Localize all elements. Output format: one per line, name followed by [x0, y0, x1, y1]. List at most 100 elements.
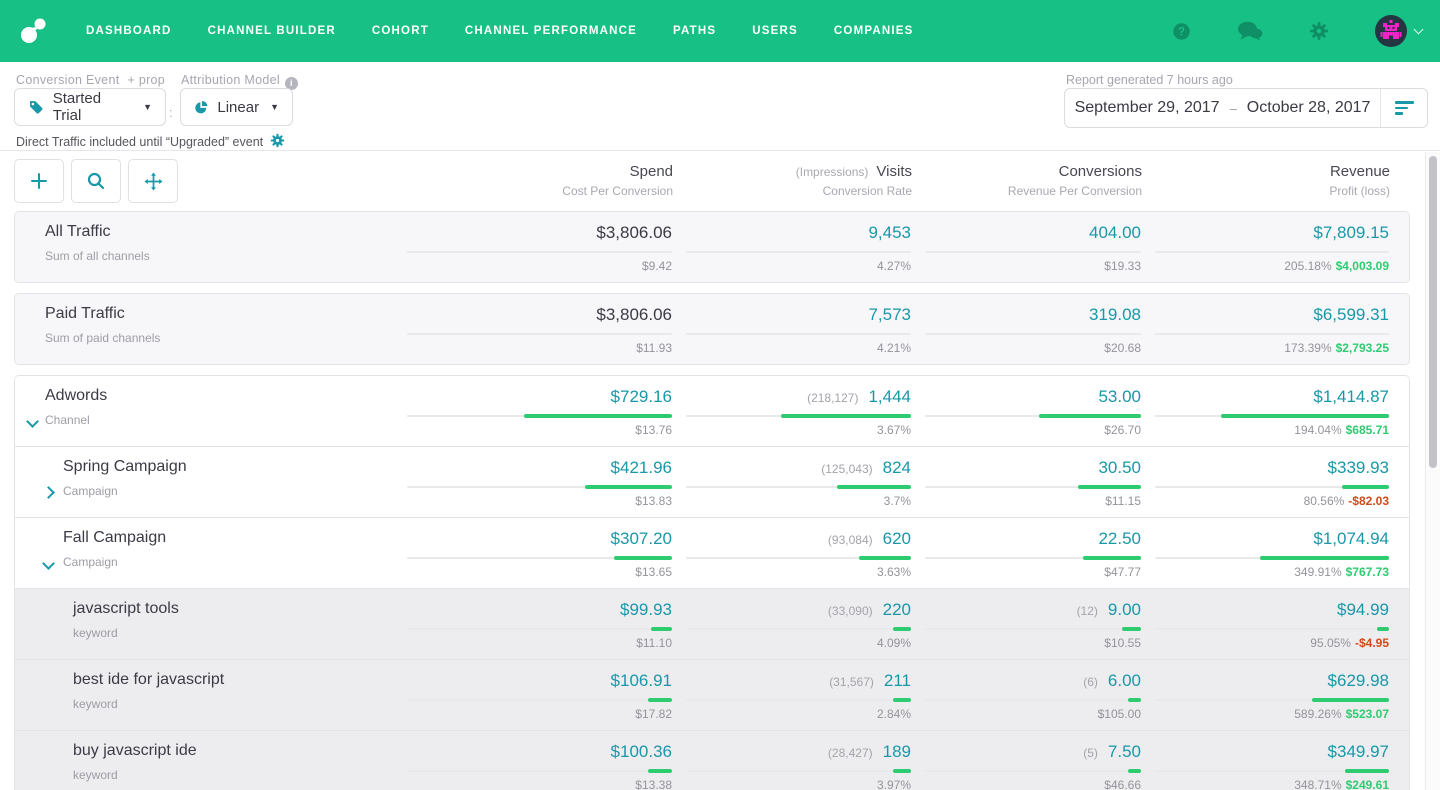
chevron-down-icon[interactable]: [1415, 29, 1422, 33]
metric-divider: [1155, 699, 1389, 701]
metric-prefix: (6): [1083, 675, 1098, 689]
caret-down-icon: ▼: [270, 102, 279, 112]
chevron-right-icon[interactable]: [44, 488, 53, 497]
metric-prefix: (12): [1077, 604, 1098, 618]
metric-cell-spend: $100.36 $13.38: [407, 742, 672, 790]
metric-divider: [925, 333, 1141, 335]
row-title: best ide for javascript: [73, 671, 393, 689]
share-bar: [1221, 414, 1389, 418]
account-menu[interactable]: [1375, 15, 1422, 47]
row-subtitle: Sum of paid channels: [45, 331, 393, 345]
metric-divider: [407, 333, 672, 335]
conversion-event-dropdown[interactable]: Started Trial ▼: [14, 88, 166, 126]
metric-divider: [925, 415, 1141, 417]
metric-prefix: (5): [1083, 746, 1098, 760]
table-row[interactable]: Fall Campaign Campaign $307.20 $13.65 (9…: [15, 517, 1409, 588]
table-row[interactable]: best ide for javascript keyword $106.91 …: [15, 659, 1409, 730]
row-title: Fall Campaign: [63, 529, 393, 547]
nav-item-channel-builder[interactable]: CHANNEL BUILDER: [208, 25, 336, 37]
metric-divider: [1155, 333, 1389, 335]
move-icon: [144, 172, 163, 191]
metric-cell-spend: $99.93 $11.10: [407, 600, 672, 650]
share-bar: [648, 769, 672, 773]
metric-value: $94.99: [1337, 600, 1389, 620]
help-icon[interactable]: ?: [1172, 22, 1191, 41]
metric-prefix: (33,090): [828, 604, 873, 618]
table-row[interactable]: buy javascript ide keyword $100.36 $13.3…: [15, 730, 1409, 790]
table-row[interactable]: Spring Campaign Campaign $421.96 $13.83 …: [15, 446, 1409, 517]
metric-divider: [925, 628, 1141, 630]
table-row[interactable]: Adwords Channel $729.16 $13.76 (218,127)…: [15, 376, 1409, 446]
attribution-model-label-text: Attribution Model: [181, 73, 280, 87]
nav-item-dashboard[interactable]: DASHBOARD: [86, 25, 172, 37]
nav-item-channel-performance[interactable]: CHANNEL PERFORMANCE: [465, 25, 637, 37]
metric-divider: [686, 415, 911, 417]
add-channel-button[interactable]: [14, 159, 64, 203]
metric-divider: [925, 251, 1141, 253]
row-subtitle: Campaign: [63, 484, 393, 498]
channel-card: Paid Traffic Sum of paid channels $3,806…: [14, 293, 1410, 365]
metric-value: $7,809.15: [1313, 223, 1389, 243]
metric-value: $729.16: [611, 387, 672, 407]
chat-icon[interactable]: [1237, 21, 1263, 41]
row-name-cell: buy javascript ide keyword: [15, 742, 393, 790]
row-name-cell: Fall Campaign Campaign: [15, 529, 393, 579]
table-row[interactable]: javascript tools keyword $99.93 $11.10 (…: [15, 588, 1409, 659]
metric-cell-revenue: $7,809.15 205.18%$4,003.09: [1155, 223, 1389, 273]
add-prop-button[interactable]: + prop: [127, 73, 165, 87]
metric-profit: $685.71: [1346, 423, 1389, 437]
metric-cell-visits: (28,427)189 3.97%: [686, 742, 911, 790]
chevron-down-icon[interactable]: [28, 417, 37, 426]
table-row[interactable]: Paid Traffic Sum of paid channels $3,806…: [15, 294, 1409, 364]
top-nav: DASHBOARD CHANNEL BUILDER COHORT CHANNEL…: [0, 0, 1440, 62]
column-header-visits[interactable]: (Impressions)Visits Conversion Rate: [687, 157, 912, 198]
filter-lines-icon[interactable]: [1381, 101, 1427, 115]
gear-icon[interactable]: [1309, 21, 1329, 41]
nav-item-cohort[interactable]: COHORT: [372, 25, 429, 37]
metric-divider: [686, 333, 911, 335]
nav-item-users[interactable]: USERS: [752, 25, 798, 37]
metric-value: $421.96: [611, 458, 672, 478]
column-title: Visits: [876, 163, 912, 180]
metric-divider: [1155, 251, 1389, 253]
row-subtitle: Campaign: [63, 555, 393, 569]
date-dash: –: [1230, 101, 1237, 116]
note-gear-icon[interactable]: [270, 133, 285, 151]
share-bar: [1260, 556, 1389, 560]
scrollbar-track[interactable]: [1425, 152, 1440, 790]
column-header-conversions[interactable]: Conversions Revenue Per Conversion: [926, 157, 1142, 198]
metric-cell-revenue: $1,074.94 349.91%$767.73: [1155, 529, 1389, 579]
metric-divider: [686, 628, 911, 630]
metric-cell-conversions: 319.08 $20.68: [925, 305, 1141, 355]
metric-cell-conversions: 22.50 $47.77: [925, 529, 1141, 579]
metric-cell-conversions: (5)7.50 $46.66: [925, 742, 1141, 790]
chevron-down-icon[interactable]: [44, 559, 53, 568]
metric-sub: $13.83: [635, 494, 672, 508]
nav-item-companies[interactable]: COMPANIES: [834, 25, 914, 37]
app-logo-icon[interactable]: [18, 16, 50, 46]
metric-sub: $11.93: [636, 341, 672, 355]
attribution-model-value: Linear: [217, 99, 259, 116]
scrollbar-thumb[interactable]: [1429, 156, 1437, 468]
date-end: October 28, 2017: [1247, 99, 1371, 117]
table-row[interactable]: All Traffic Sum of all channels $3,806.0…: [15, 212, 1409, 282]
date-range-picker[interactable]: September 29, 2017 – October 28, 2017: [1064, 88, 1428, 128]
attribution-model-dropdown[interactable]: Linear ▼: [180, 88, 293, 126]
move-button[interactable]: [128, 159, 178, 203]
row-title: javascript tools: [73, 600, 393, 618]
metric-cell-visits: (93,084)620 3.63%: [686, 529, 911, 579]
metric-sub: 205.18%: [1284, 259, 1331, 273]
search-button[interactable]: [71, 159, 121, 203]
metric-divider: [1155, 628, 1389, 630]
nav-item-paths[interactable]: PATHS: [673, 25, 716, 37]
share-bar: [1128, 769, 1141, 773]
share-bar: [893, 769, 911, 773]
column-header-revenue[interactable]: Revenue Profit (loss): [1156, 157, 1390, 198]
metric-value: $307.20: [611, 529, 672, 549]
metric-cell-revenue: $1,414.87 194.04%$685.71: [1155, 387, 1389, 437]
metric-divider: [407, 699, 672, 701]
column-header-spend[interactable]: Spend Cost Per Conversion: [408, 157, 673, 198]
metric-sub: 4.27%: [877, 259, 911, 273]
metric-sub: $26.70: [1104, 423, 1141, 437]
avatar[interactable]: [1375, 15, 1407, 47]
